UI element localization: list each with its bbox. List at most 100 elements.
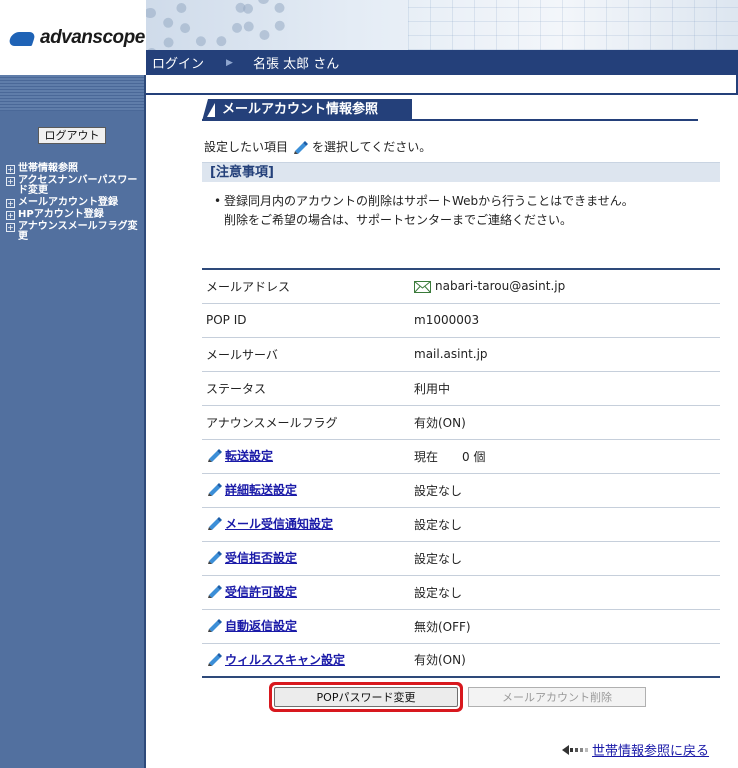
instruction-after: を選択してください。: [312, 140, 432, 154]
notice-line-2: 削除をご希望の場合は、サポートセンターまでご連絡ください。: [224, 213, 573, 227]
detailed-forwarding-link[interactable]: 詳細転送設定: [206, 481, 297, 498]
row-label: メールアドレス: [202, 269, 414, 304]
page-title: メールアカウント情報参照: [202, 99, 412, 121]
row-value: 設定なし: [414, 575, 720, 610]
pencil-icon: [208, 551, 222, 565]
table-row: アナウンスメールフラグ 有効(ON): [202, 405, 720, 440]
login-label: ログイン: [152, 57, 205, 72]
row-value: m1000003: [414, 303, 720, 338]
table-row: 受信拒否設定 設定なし: [202, 541, 720, 576]
back-arrow-icon: [562, 744, 588, 755]
row-label: POP ID: [202, 303, 414, 338]
table-row: メールアドレス nabari-tarou@asint.jp: [202, 269, 720, 304]
action-buttons: POPパスワード変更 メールアカウント削除: [274, 687, 646, 707]
reject-settings-link[interactable]: 受信拒否設定: [206, 549, 297, 566]
row-value: 現在 0 個: [414, 439, 720, 474]
back-link-label: 世帯情報参照に戻る: [592, 744, 710, 759]
banner-grid: [408, 0, 738, 50]
expand-plus-icon: +: [6, 223, 15, 232]
notice-line-1: 登録同月内のアカウントの削除はサポートWebから行うことはできません。: [224, 194, 634, 208]
allow-settings-link[interactable]: 受信許可設定: [206, 583, 297, 600]
table-row: ウィルススキャン設定 有効(ON): [202, 643, 720, 677]
pencil-icon: [208, 619, 222, 633]
instruction-text: 設定したい項目 を選択してください。: [204, 138, 431, 155]
sidebar-item-label: アクセスナンバーパスワード変更: [18, 175, 138, 196]
sidebar-item-label: メールアカウント登録: [18, 197, 118, 208]
table-row: 詳細転送設定 設定なし: [202, 473, 720, 508]
link-label: 自動返信設定: [225, 618, 298, 633]
delete-mail-account-button[interactable]: メールアカウント削除: [468, 687, 646, 707]
expand-plus-icon: +: [6, 177, 15, 186]
row-value: 無効(OFF): [414, 609, 720, 644]
logout-button[interactable]: ログアウト: [38, 127, 106, 144]
pencil-icon: [208, 585, 222, 599]
pencil-icon: [208, 449, 222, 463]
pop-password-change-button[interactable]: POPパスワード変更: [274, 687, 458, 707]
table-row: メールサーバ mail.asint.jp: [202, 337, 720, 372]
sidebar-item-household-info[interactable]: + 世帯情報参照: [6, 164, 140, 174]
row-label: アナウンスメールフラグ: [202, 405, 414, 440]
expand-plus-icon: +: [6, 165, 15, 174]
header-underline: [146, 75, 738, 95]
table-row: 自動返信設定 無効(OFF): [202, 609, 720, 644]
row-value: 設定なし: [414, 473, 720, 508]
logo: advanscope: [0, 0, 146, 75]
table-row: POP ID m1000003: [202, 303, 720, 338]
link-label: メール受信通知設定: [225, 516, 334, 531]
notice-bullet: •: [214, 194, 222, 208]
row-value: 有効(ON): [414, 653, 466, 668]
row-label: ステータス: [202, 371, 414, 406]
row-label: メールサーバ: [202, 337, 414, 372]
link-label: 受信拒否設定: [225, 550, 298, 565]
sidebar-item-announce-flag[interactable]: + アナウンスメールフラグ変更: [6, 222, 140, 242]
auto-reply-link[interactable]: 自動返信設定: [206, 617, 297, 634]
advanscope-logo-icon: [8, 28, 36, 48]
link-label: 詳細転送設定: [225, 482, 298, 497]
gear-decoration-icon: [146, 8, 176, 50]
table-row: メール受信通知設定 設定なし: [202, 507, 720, 542]
forwarding-settings-link[interactable]: 転送設定: [206, 447, 273, 464]
pencil-icon: [208, 483, 222, 497]
table-row: ステータス 利用中: [202, 371, 720, 406]
table-row: 転送設定 現在 0 個: [202, 439, 720, 474]
sidebar-stripes: [0, 75, 144, 111]
gear-decoration-icon: [176, 0, 246, 48]
back-to-household-link[interactable]: 世帯情報参照に戻る: [562, 740, 709, 759]
pencil-icon: [208, 517, 222, 531]
user-bar: ログイン ▶ 名張 太郎 さん: [146, 50, 738, 75]
pencil-icon: [294, 140, 309, 154]
link-label: ウィルススキャン設定: [225, 652, 346, 667]
email-address: nabari-tarou@asint.jp: [435, 279, 566, 294]
header-banner: [146, 0, 738, 50]
row-value: 設定なし: [414, 541, 720, 576]
envelope-icon: [414, 280, 431, 293]
account-info-table: メールアドレス nabari-tarou@asint.jp POP ID m10…: [202, 268, 720, 678]
row-value: 設定なし: [414, 507, 720, 542]
sidebar-item-hp-account-register[interactable]: + HPアカウント登録: [6, 210, 140, 220]
sidebar-item-access-password[interactable]: + アクセスナンバーパスワード変更: [6, 176, 140, 196]
expand-plus-icon: +: [6, 199, 15, 208]
row-value: nabari-tarou@asint.jp: [414, 269, 720, 304]
row-value: 利用中: [414, 371, 720, 406]
sidebar-nav: + 世帯情報参照 + アクセスナンバーパスワード変更 + メールアカウント登録 …: [0, 164, 144, 242]
row-value: mail.asint.jp: [414, 337, 720, 372]
separator-arrow-icon: ▶: [226, 57, 233, 68]
instruction-before: 設定したい項目: [204, 140, 289, 154]
section-header: メールアカウント情報参照: [202, 99, 698, 121]
row-value: 有効(ON): [414, 405, 720, 440]
pencil-icon: [208, 653, 222, 666]
notice-body: • 登録同月内のアカウントの削除はサポートWebから行うことはできません。 削除…: [214, 192, 634, 230]
sidebar-item-mail-account-register[interactable]: + メールアカウント登録: [6, 198, 140, 208]
logo-text: advanscope: [40, 26, 145, 48]
table-row: 受信許可設定 設定なし: [202, 575, 720, 610]
link-label: 転送設定: [225, 448, 274, 463]
sidebar: ログアウト + 世帯情報参照 + アクセスナンバーパスワード変更 + メールアカ…: [0, 75, 146, 768]
gear-decoration-icon: [241, 0, 287, 40]
sidebar-item-label: 世帯情報参照: [18, 163, 78, 174]
sidebar-item-label: アナウンスメールフラグ変更: [18, 221, 138, 242]
sidebar-item-label: HPアカウント登録: [18, 209, 104, 220]
mail-notification-link[interactable]: メール受信通知設定: [206, 515, 333, 532]
notice-heading: [注意事項]: [202, 162, 720, 182]
virus-scan-link[interactable]: ウィルススキャン設定: [206, 651, 345, 668]
user-name: 名張 太郎 さん: [252, 57, 340, 72]
